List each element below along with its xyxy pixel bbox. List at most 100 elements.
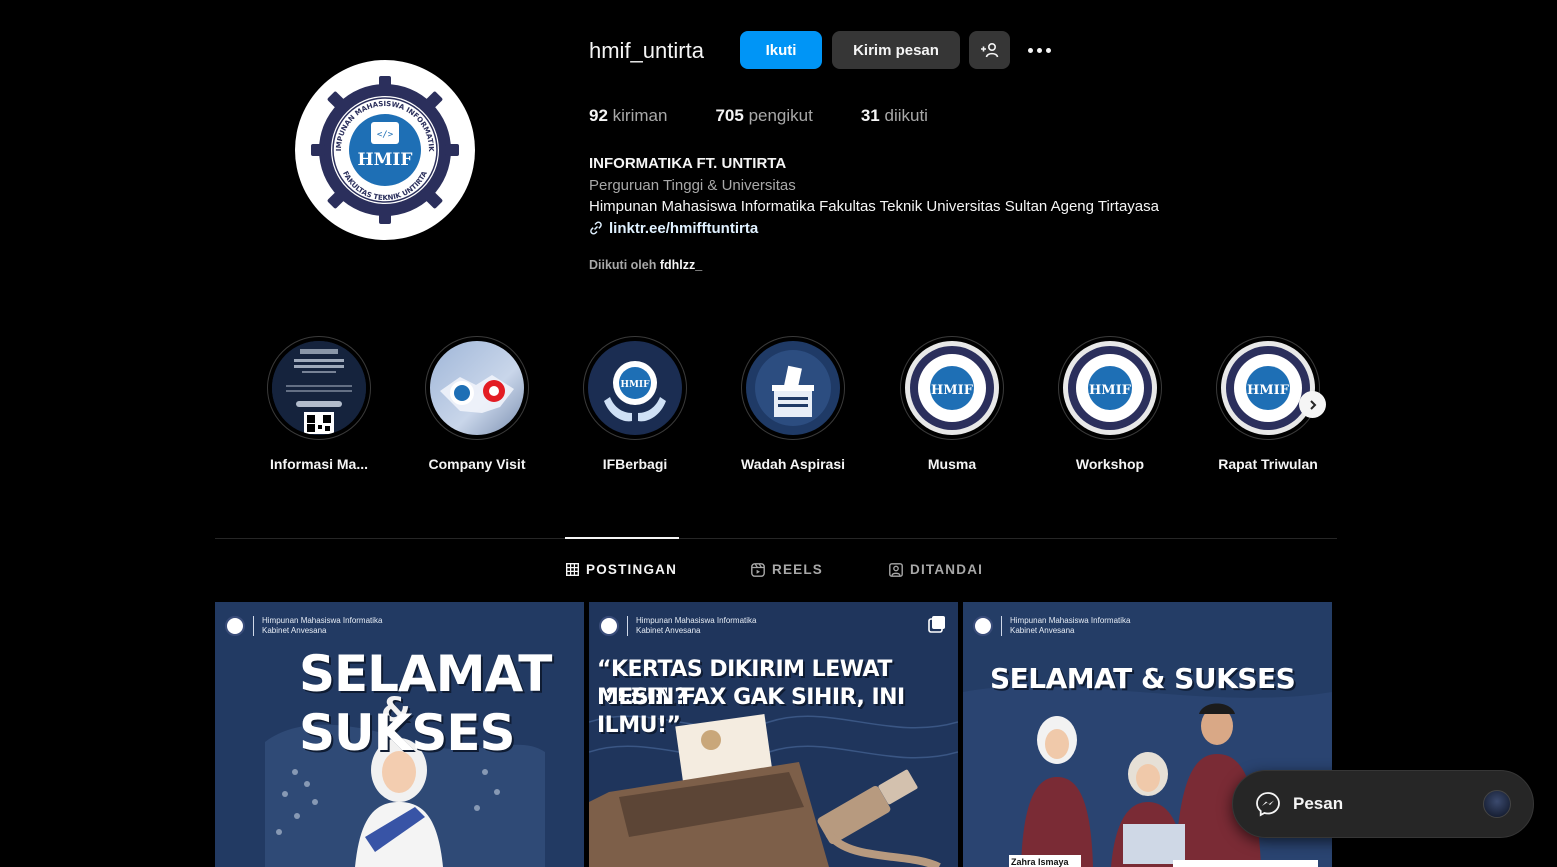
post-title-line2: SUKSES — [299, 704, 516, 762]
post-header-divider — [627, 616, 628, 636]
profile-bio: INFORMATIKA FT. UNTIRTA Perguruan Tinggi… — [589, 153, 1159, 239]
following-label: diikuti — [884, 106, 928, 125]
highlights-next-button[interactable] — [1299, 391, 1326, 418]
post-title-line2: MESIN FAX GAK SIHIR, INI ILMU!” — [597, 685, 905, 738]
svg-text:</>: </> — [377, 130, 394, 140]
highlight-cover: HMIF — [1063, 341, 1157, 435]
highlight-item[interactable]: Wadah Aspirasi — [741, 336, 845, 472]
chevron-right-icon — [1309, 399, 1316, 410]
tab-reels[interactable]: REELS — [751, 562, 823, 577]
carousel-icon — [928, 616, 945, 633]
post-header-divider — [253, 616, 254, 636]
posts-label: kiriman — [612, 106, 668, 125]
post-header: Himpunan Mahasiswa Informatika Kabinet An… — [973, 616, 1131, 636]
org-logo-icon — [973, 616, 993, 636]
highlight-cover: HMIF — [588, 341, 682, 435]
following-stat[interactable]: 31 diikuti — [861, 106, 928, 126]
posts-count: 92 — [589, 106, 608, 125]
post-header: Himpunan Mahasiswa Informatika Kabinet An… — [599, 616, 757, 636]
suggested-accounts-button[interactable] — [969, 31, 1010, 69]
more-options-button[interactable] — [1020, 31, 1058, 69]
highlight-label: Workshop — [1075, 456, 1145, 472]
post-org-line2: Kabinet Anvesana — [1010, 626, 1075, 635]
follow-button[interactable]: Ikuti — [740, 31, 822, 69]
svg-text:HMIF: HMIF — [1089, 383, 1132, 398]
highlight-item[interactable]: Informasi Ma... — [267, 336, 371, 472]
highlight-ring: HMIF — [583, 336, 687, 440]
highlight-ring — [741, 336, 845, 440]
more-dots-icon — [1027, 47, 1051, 53]
tabs-divider — [215, 538, 1337, 539]
highlight-ring: HMIF — [900, 336, 1004, 440]
messages-widget[interactable]: Pesan — [1232, 770, 1534, 838]
grid-icon — [566, 563, 579, 576]
highlight-label: Rapat Triwulan — [1218, 456, 1318, 472]
org-logo-icon — [225, 616, 245, 636]
posts-stat: 92 kiriman — [589, 106, 667, 126]
followers-count: 705 — [715, 106, 744, 125]
highlight-item[interactable]: Company Visit — [425, 336, 529, 472]
highlight-cover: HMIF — [905, 341, 999, 435]
bio-description: Himpunan Mahasiswa Informatika Fakultas … — [589, 198, 1159, 215]
post-header-divider — [1001, 616, 1002, 636]
highlight-item[interactable]: HMIF IFBerbagi — [583, 336, 687, 472]
highlight-cover — [272, 341, 366, 435]
hmif-logo-icon: </> HMIF HIMPUNAN MAHASISWA INFORMATIKA … — [309, 74, 459, 224]
highlight-label: Musma — [927, 456, 977, 472]
followed-by-prefix: Diikuti oleh — [589, 258, 657, 272]
post-tile[interactable]: Himpunan Mahasiswa Informatika Kabinet An… — [589, 602, 958, 867]
post-title-line1: SELAMAT & SUKSES — [990, 662, 1296, 695]
highlight-item[interactable]: HMIF Workshop — [1058, 336, 1162, 472]
tab-posts-label: POSTINGAN — [586, 562, 678, 577]
post-org-line1: Himpunan Mahasiswa Informatika — [1010, 616, 1131, 625]
info-poster-icon — [272, 341, 366, 435]
post-title-line1: SELAMAT — [299, 645, 552, 703]
hmif-logo-icon: HMIF — [910, 346, 994, 430]
post-header: Himpunan Mahasiswa Informatika Kabinet An… — [225, 616, 383, 636]
link-icon — [590, 221, 602, 235]
followers-label: pengikut — [748, 106, 813, 125]
messages-label: Pesan — [1293, 794, 1344, 813]
hands-logo-icon: HMIF — [604, 361, 666, 422]
highlight-cover — [430, 341, 524, 435]
followed-by-user[interactable]: fdhlzz_ — [660, 258, 702, 272]
followed-by[interactable]: Diikuti oleh fdhlzz_ — [589, 258, 702, 272]
highlight-label: IFBerbagi — [602, 456, 668, 472]
tab-tagged-label: DITANDAI — [910, 562, 984, 577]
profile-username: hmif_untirta — [589, 38, 704, 63]
highlight-label: Company Visit — [428, 456, 526, 472]
profile-avatar[interactable]: </> HMIF HIMPUNAN MAHASISWA INFORMATIKA … — [295, 60, 475, 240]
post-org-line2: Kabinet Anvesana — [262, 626, 327, 635]
post-caption: Zahra Ismaya — [1011, 857, 1069, 867]
messages-avatar — [1483, 790, 1511, 818]
hmif-logo-icon: HMIF — [1226, 346, 1310, 430]
following-count: 31 — [860, 106, 880, 125]
handshake-icon — [440, 375, 514, 413]
profile-stats: 92 kiriman 705 pengikut 31 diikuti — [589, 106, 976, 126]
bio-link-text[interactable]: linktr.ee/hmifftuntirta — [609, 218, 758, 240]
active-tab-indicator — [565, 537, 679, 539]
tab-posts[interactable]: POSTINGAN — [566, 562, 677, 577]
post-org-line1: Himpunan Mahasiswa Informatika — [262, 616, 383, 625]
post-org-line2: Kabinet Anvesana — [636, 626, 701, 635]
bio-category: Perguruan Tinggi & Universitas — [589, 176, 796, 194]
highlight-ring: HMIF — [1216, 336, 1320, 440]
bio-name: INFORMATIKA FT. UNTIRTA — [589, 155, 787, 172]
highlight-label: Informasi Ma... — [269, 456, 369, 472]
svg-text:HMIF: HMIF — [1247, 383, 1290, 398]
reels-icon — [751, 562, 765, 577]
tab-reels-label: REELS — [772, 562, 824, 577]
highlight-ring — [425, 336, 529, 440]
bio-link[interactable]: linktr.ee/hmifftuntirta — [589, 218, 1159, 240]
hmif-logo-icon: HMIF — [1068, 346, 1152, 430]
send-message-button[interactable]: Kirim pesan — [832, 31, 960, 69]
highlight-item[interactable]: HMIF Musma — [900, 336, 1004, 472]
highlight-cover: HMIF — [1221, 341, 1315, 435]
highlight-ring: HMIF — [1058, 336, 1162, 440]
tagged-icon — [889, 562, 903, 577]
highlight-ring — [267, 336, 371, 440]
post-org-line1: Himpunan Mahasiswa Informatika — [636, 616, 757, 625]
followers-stat[interactable]: 705 pengikut — [715, 106, 812, 126]
post-tile[interactable]: Himpunan Mahasiswa Informatika Kabinet An… — [215, 602, 584, 867]
tab-tagged[interactable]: DITANDAI — [889, 562, 983, 577]
